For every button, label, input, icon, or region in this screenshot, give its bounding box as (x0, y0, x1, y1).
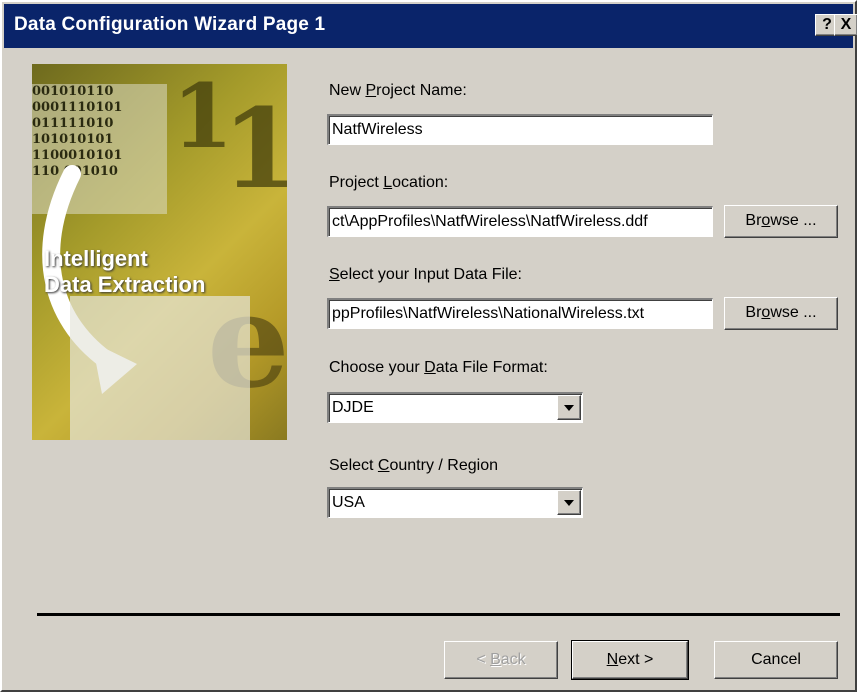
project-name-label: New Project Name: (329, 82, 467, 99)
caption-line-1: Intelligent (44, 246, 148, 271)
caption-line-2: Data Extraction (44, 272, 206, 297)
wizard-illustration: 001010110 0001110101 011111010 101010101… (32, 64, 287, 440)
input-file-label: Select your Input Data File: (329, 266, 522, 283)
project-location-label: Project Location: (329, 174, 449, 191)
data-format-dropdown[interactable]: DJDE (327, 392, 583, 423)
window-title: Data Configuration Wizard Page 1 (14, 14, 326, 35)
data-format-label: Choose your Data File Format: (329, 359, 548, 376)
illustration-caption: Intelligent Data Extraction (44, 246, 205, 298)
data-format-selected: DJDE (332, 399, 374, 416)
input-file-input[interactable]: ppProfiles\NatfWireless\NationalWireless… (327, 298, 713, 329)
cancel-button[interactable]: Cancel (714, 641, 838, 679)
wizard-window: Data Configuration Wizard Page 1 ? X 001… (0, 0, 857, 692)
close-icon: X (840, 16, 852, 33)
help-icon: ? (822, 16, 832, 33)
country-dropdown[interactable]: USA (327, 487, 583, 518)
footer-separator (37, 613, 840, 616)
title-bar[interactable]: Data Configuration Wizard Page 1 ? X (4, 4, 857, 48)
back-button[interactable]: < Back (444, 641, 558, 679)
close-button[interactable]: X (834, 14, 857, 36)
chevron-down-icon[interactable] (557, 395, 581, 420)
browse-input-file-button[interactable]: Browse ... (724, 297, 838, 330)
country-label: Select Country / Region (329, 457, 498, 474)
next-button[interactable]: Next > (571, 640, 689, 680)
project-location-input[interactable]: ct\AppProfiles\NatfWireless\NatfWireless… (327, 206, 713, 237)
chevron-down-icon[interactable] (557, 490, 581, 515)
project-name-input[interactable]: NatfWireless (327, 114, 713, 145)
illustration-filler-text (70, 296, 250, 440)
country-selected: USA (332, 494, 365, 511)
browse-location-button[interactable]: Browse ... (724, 205, 838, 238)
